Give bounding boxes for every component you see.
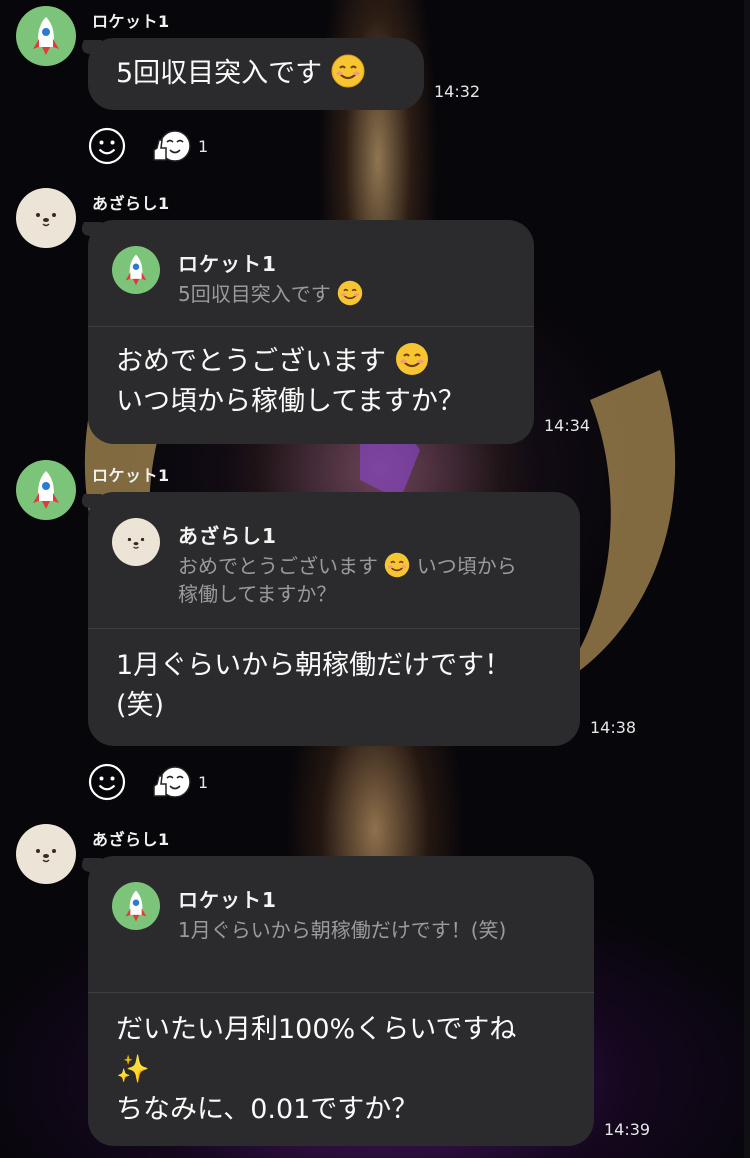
quote-sender: ロケット1 bbox=[178, 888, 277, 912]
quote-avatar-rocket bbox=[112, 882, 160, 930]
rocket-icon bbox=[33, 471, 59, 509]
message-time: 14:34 bbox=[544, 416, 591, 435]
message-text-line3: ちなみに、0.01ですか？ bbox=[116, 1094, 419, 1125]
smiling-face-emoji bbox=[337, 280, 363, 306]
avatar-seal[interactable] bbox=[16, 188, 76, 248]
thumbs-up-face-icon[interactable] bbox=[152, 764, 192, 800]
quote-text-row: 5回収目突入です bbox=[178, 280, 363, 308]
message-time: 14:32 bbox=[434, 82, 481, 101]
sparkles-emoji: ✨ bbox=[116, 1054, 150, 1085]
quote-text-line1b: いつ頃から bbox=[416, 554, 517, 578]
reply-quote[interactable]: ロケット1 1月ぐらいから朝稼働だけです！(笑) bbox=[88, 856, 594, 993]
message-text-line1: 1月ぐらいから朝稼働だけです！ bbox=[116, 650, 512, 681]
sender-name: ロケット1 bbox=[92, 12, 170, 31]
seal-face-icon bbox=[127, 537, 145, 549]
smiling-face-emoji bbox=[385, 552, 410, 578]
seal-face-icon bbox=[36, 849, 56, 863]
quote-sender: あざらし1 bbox=[178, 524, 277, 548]
rocket-icon bbox=[125, 890, 147, 922]
message-time: 14:39 bbox=[604, 1120, 651, 1139]
message-bubble[interactable]: ロケット1 5回収目突入です おめでとうございます いつ頃から稼働してますか？ bbox=[88, 220, 534, 444]
message-text: 5回収目突入です bbox=[116, 58, 323, 89]
quote-text-block: おめでとうございます いつ頃から 稼働してますか？ bbox=[178, 552, 517, 608]
sender-name: あざらし1 bbox=[92, 830, 170, 849]
avatar-rocket[interactable] bbox=[16, 6, 76, 66]
scroll-edge bbox=[744, 0, 750, 1158]
message-text-line2: いつ頃から稼働してますか？ bbox=[116, 386, 465, 417]
message-time: 14:38 bbox=[590, 718, 637, 737]
reaction-row: 1 bbox=[88, 762, 208, 802]
quote-sender: ロケット1 bbox=[178, 252, 277, 276]
quote-text: 5回収目突入です bbox=[178, 282, 331, 306]
avatar-rocket[interactable] bbox=[16, 460, 76, 520]
quote-avatar-rocket bbox=[112, 246, 160, 294]
message-text-line1: だいたい月利100%くらいですね bbox=[116, 1014, 517, 1045]
reaction-row: 1 bbox=[88, 126, 208, 166]
message-bubble[interactable]: あざらし1 おめでとうございます いつ頃から 稼働してますか？ 1月ぐらいから朝… bbox=[88, 492, 580, 746]
message-text-line2: (笑) bbox=[116, 690, 165, 721]
sender-name: あざらし1 bbox=[92, 194, 170, 213]
add-reaction-icon[interactable] bbox=[88, 763, 126, 801]
add-reaction-icon[interactable] bbox=[88, 127, 126, 165]
message-bubble[interactable]: 5回収目突入です bbox=[88, 38, 424, 110]
reaction-count: 1 bbox=[198, 772, 209, 792]
quote-text-line1: おめでとうございます bbox=[178, 554, 378, 578]
rocket-icon bbox=[125, 254, 147, 286]
smiling-face-emoji bbox=[331, 54, 365, 88]
rocket-icon bbox=[33, 17, 59, 55]
message-bubble[interactable]: ロケット1 1月ぐらいから朝稼働だけです！(笑) だいたい月利100%くらいです… bbox=[88, 856, 594, 1146]
smiling-face-emoji bbox=[395, 343, 428, 375]
message-text-line1: おめでとうございます bbox=[116, 346, 386, 377]
seal-face-icon bbox=[36, 213, 56, 227]
reaction-count: 1 bbox=[198, 136, 209, 156]
reply-quote[interactable]: ロケット1 5回収目突入です bbox=[88, 220, 534, 327]
quote-text-line2: 稼働してますか？ bbox=[178, 582, 337, 606]
thumbs-up-face-icon[interactable] bbox=[152, 128, 192, 164]
quote-text: 1月ぐらいから朝稼働だけです！(笑) bbox=[178, 918, 507, 942]
reply-quote[interactable]: あざらし1 おめでとうございます いつ頃から 稼働してますか？ bbox=[88, 492, 580, 629]
quote-avatar-seal bbox=[112, 518, 160, 566]
avatar-seal[interactable] bbox=[16, 824, 76, 884]
sender-name: ロケット1 bbox=[92, 466, 170, 485]
